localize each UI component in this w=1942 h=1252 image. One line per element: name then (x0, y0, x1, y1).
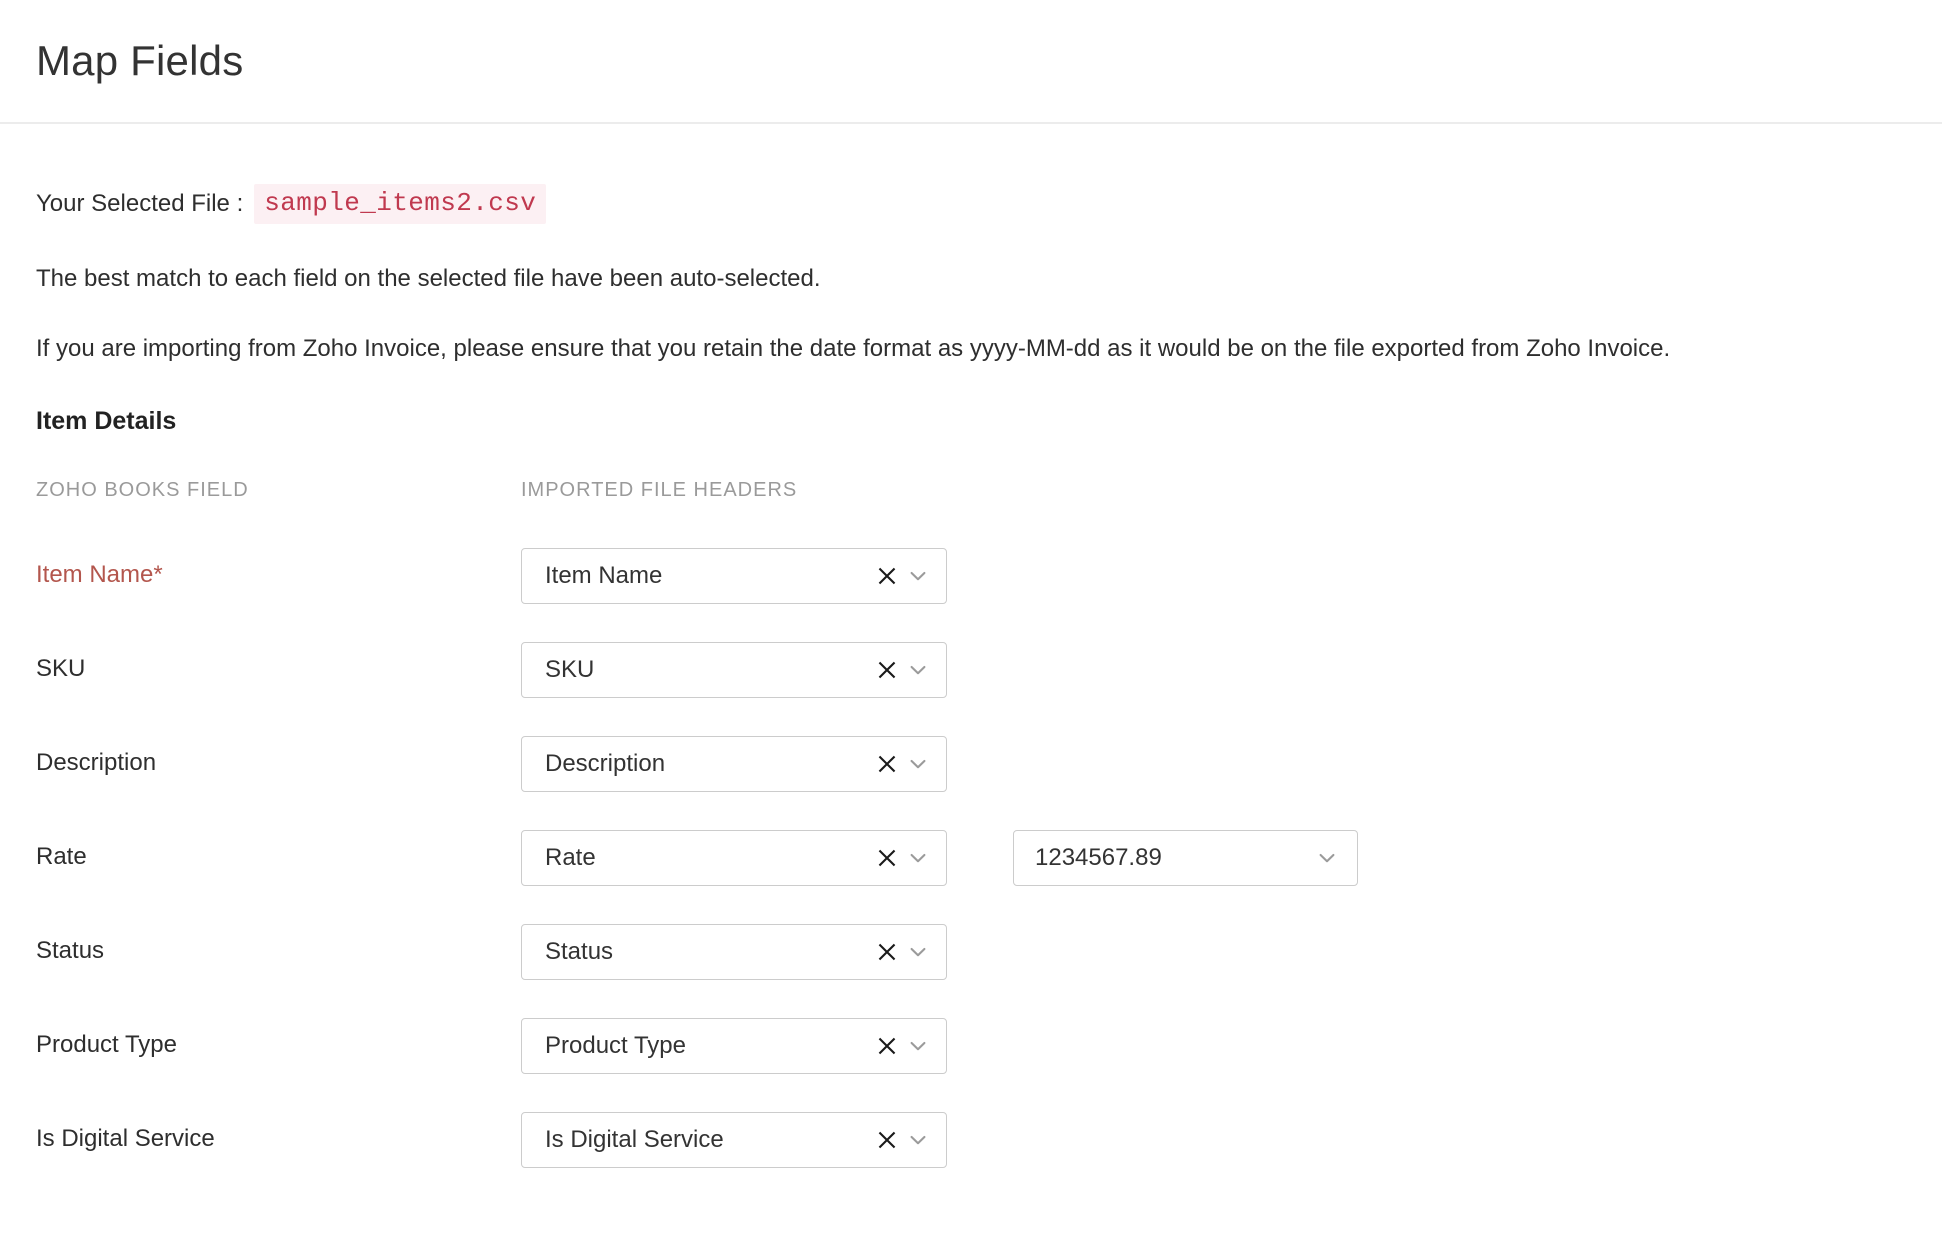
dropdown-selected-value: Is Digital Service (545, 1128, 876, 1152)
close-x-icon[interactable] (876, 659, 898, 681)
dropdown-selected-value: Rate (545, 846, 876, 870)
mapping-rows: Item Name*Item NameSKUSKUDescriptionDesc… (36, 529, 1906, 1187)
section-title-item-details: Item Details (36, 409, 1906, 434)
dropdown-selected-value: Status (545, 940, 876, 964)
mapping-row: Rate Rate 1234567.89 (36, 811, 1906, 905)
dropdown-icon-group (876, 941, 946, 963)
dropdown-icon-group (876, 1035, 946, 1057)
chevron-down-icon[interactable] (907, 565, 929, 587)
dropdown-selected-value: Item Name (545, 564, 876, 588)
close-x-icon[interactable] (876, 1129, 898, 1151)
field-label: Rate (36, 843, 521, 872)
column-header-imported-file-headers: IMPORTED FILE HEADERS (521, 479, 1906, 502)
dropdown-icon-group (876, 659, 946, 681)
dropdown-icon-group (876, 565, 946, 587)
header-mapping-dropdown[interactable]: SKU (521, 642, 947, 698)
mapping-row: Status Status (36, 905, 1906, 999)
header-mapping-dropdown[interactable]: Description (521, 736, 947, 792)
mapping-row: Description Description (36, 717, 1906, 811)
header-mapping-dropdown[interactable]: Product Type (521, 1018, 947, 1074)
header-mapping-dropdown[interactable]: Status (521, 924, 947, 980)
dropdown-selected-value: Description (545, 752, 876, 776)
close-x-icon[interactable] (876, 941, 898, 963)
mapping-row: Item Name* Item Name (36, 529, 1906, 623)
row-controls: Item Name (521, 548, 947, 604)
row-controls: SKU (521, 642, 947, 698)
mapping-row: Is Digital Service Is Digital Service (36, 1093, 1906, 1187)
header-mapping-dropdown[interactable]: Rate (521, 830, 947, 886)
chevron-down-icon[interactable] (907, 753, 929, 775)
chevron-down-icon[interactable] (907, 1129, 929, 1151)
mapping-row: SKU SKU (36, 623, 1906, 717)
header-mapping-dropdown[interactable]: Item Name (521, 548, 947, 604)
field-label: SKU (36, 655, 521, 684)
page-title: Map Fields (36, 40, 243, 82)
close-x-icon[interactable] (876, 847, 898, 869)
row-controls: Rate 1234567.89 (521, 830, 1358, 886)
column-header-zoho-books-field: ZOHO BOOKS FIELD (36, 479, 521, 502)
close-x-icon[interactable] (876, 753, 898, 775)
chevron-down-icon[interactable] (907, 941, 929, 963)
page-body: Your Selected File : sample_items2.csv T… (0, 187, 1942, 1187)
mapping-row: Product Type Product Type (36, 999, 1906, 1093)
selected-file-row: Your Selected File : sample_items2.csv (36, 187, 1906, 221)
chevron-down-icon[interactable] (907, 659, 929, 681)
row-controls: Is Digital Service (521, 1112, 947, 1168)
format-dropdown-icon-group (1316, 847, 1357, 869)
field-label: Description (36, 749, 521, 778)
chevron-down-icon[interactable] (907, 847, 929, 869)
chevron-down-icon[interactable] (1316, 847, 1338, 869)
page-header: Map Fields (0, 0, 1942, 124)
row-controls: Product Type (521, 1018, 947, 1074)
close-x-icon[interactable] (876, 1035, 898, 1057)
dropdown-selected-value: SKU (545, 658, 876, 682)
field-label: Is Digital Service (36, 1125, 521, 1154)
field-label: Product Type (36, 1031, 521, 1060)
selected-file-name: sample_items2.csv (254, 184, 546, 225)
row-controls: Description (521, 736, 947, 792)
selected-file-label: Your Selected File : (36, 190, 243, 218)
close-x-icon[interactable] (876, 565, 898, 587)
dropdown-selected-value: Product Type (545, 1034, 876, 1058)
header-mapping-dropdown[interactable]: Is Digital Service (521, 1112, 947, 1168)
date-format-info-text: If you are importing from Zoho Invoice, … (36, 335, 1906, 364)
format-selected-value: 1234567.89 (1035, 846, 1316, 870)
auto-select-info-text: The best match to each field on the sele… (36, 265, 1906, 294)
field-label: Item Name* (36, 561, 521, 590)
dropdown-icon-group (876, 753, 946, 775)
dropdown-icon-group (876, 847, 946, 869)
number-format-dropdown[interactable]: 1234567.89 (1013, 830, 1358, 886)
field-label: Status (36, 937, 521, 966)
field-mapping-table: ZOHO BOOKS FIELD IMPORTED FILE HEADERS I… (36, 478, 1906, 1187)
table-column-headers: ZOHO BOOKS FIELD IMPORTED FILE HEADERS (36, 478, 1906, 504)
dropdown-icon-group (876, 1129, 946, 1151)
row-controls: Status (521, 924, 947, 980)
chevron-down-icon[interactable] (907, 1035, 929, 1057)
